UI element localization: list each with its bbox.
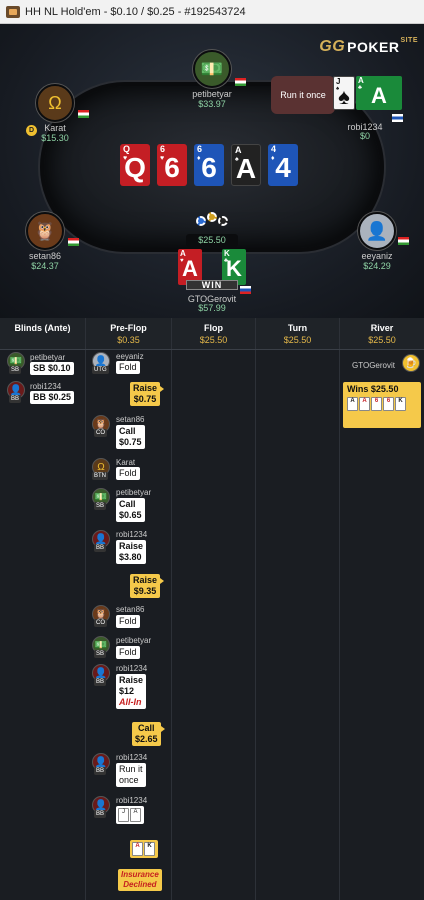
action-tag: Call $0.75: [116, 425, 145, 449]
player-name: eeyaniz: [361, 251, 393, 261]
beer-avatar: 🍺: [402, 354, 420, 372]
poker-table-area: GG POKER SITE 💵 petibetyar $33.97 Ω Kara…: [0, 24, 424, 318]
board-card-queen-hearts: Q ♥ Q: [120, 144, 150, 186]
flag-icon: [235, 78, 246, 86]
dealer-button: D: [26, 125, 37, 136]
action-tag: Fold: [116, 615, 140, 628]
flag-icon: [240, 286, 251, 294]
history-player: robi1234: [30, 382, 62, 391]
history-player: GTOGerovit: [352, 361, 395, 370]
ggpoker-logo: GG POKER SITE: [319, 36, 418, 56]
col-header-river: River $25.50: [340, 318, 424, 350]
blind-tag: BB $0.25: [30, 391, 75, 404]
board-card-ace-spades: A ♠ A: [231, 144, 261, 186]
position-badge: BB: [9, 395, 22, 403]
avatar: Ω: [36, 84, 74, 122]
pot-amount: $25.50: [186, 234, 238, 247]
window-title: HH NL Hold'em - $0.10 / $0.25 - #1925437…: [25, 5, 246, 18]
history-player: robi1234: [116, 796, 148, 805]
flag-icon: [398, 237, 409, 245]
position-badge: UTG: [92, 366, 109, 374]
board-card-six-hearts: 6 ♥ 6: [157, 144, 187, 186]
position-badge: SB: [9, 366, 22, 374]
action-tag: Fold: [116, 467, 140, 480]
shown-cards: JA: [116, 806, 144, 824]
col-header-preflop: Pre-Flop $0.35: [86, 318, 172, 350]
position-badge: CO: [94, 619, 107, 627]
insurance-declined-tag: Insurance Declined: [118, 869, 162, 891]
hole-card-jack-spades: J ♠ ♠: [333, 76, 355, 110]
player-stack: $24.37: [31, 261, 59, 271]
board-card-four-diamonds: 4 ♦ 4: [268, 144, 298, 186]
history-player: setan86: [116, 415, 145, 424]
hole-card-ace-clubs: A ♣ A: [356, 76, 402, 110]
player-stack: $24.29: [363, 261, 391, 271]
position-badge: SB: [94, 650, 107, 658]
board-card-six-diamonds: 6 ♦ 6: [194, 144, 224, 186]
position-badge: BB: [94, 678, 107, 686]
position-badge: BTN: [92, 472, 108, 480]
col-header-flop: Flop $25.50: [172, 318, 256, 350]
winning-hand-cards: AA66K: [347, 397, 417, 411]
action-tag: Fold: [116, 646, 140, 659]
win-badge: WIN: [186, 280, 238, 290]
avatar: 👤: [358, 212, 396, 250]
hero-action-tag: Raise $9.35: [130, 574, 165, 598]
hero-action-tag: Call $2.65: [132, 722, 165, 746]
hand-history-panel: Blinds (Ante) Pre-Flop $0.35 Flop $25.50…: [0, 318, 424, 900]
player-stack: $57.99: [198, 303, 226, 313]
hero-action-tag: Raise $0.75: [130, 382, 165, 406]
history-player: petibetyar: [116, 488, 152, 497]
history-player: petibetyar: [30, 353, 66, 362]
flag-icon: [68, 238, 79, 246]
wins-box: Wins $25.50 AA66K: [343, 382, 421, 428]
position-badge: SB: [94, 502, 107, 510]
action-tag: Call $0.65: [116, 498, 145, 522]
history-player: robi1234: [116, 753, 148, 762]
player-stack: $33.97: [198, 99, 226, 109]
col-header-blinds: Blinds (Ante): [0, 318, 86, 350]
history-player: robi1234: [116, 664, 148, 673]
flag-icon: [78, 110, 89, 118]
position-badge: CO: [94, 429, 107, 437]
app-icon: [6, 5, 20, 18]
action-tag: Fold: [116, 361, 140, 374]
owl-avatar: 🦉: [26, 212, 64, 250]
position-badge: BB: [94, 544, 107, 552]
position-badge: BB: [94, 767, 107, 775]
blind-tag: SB $0.10: [30, 362, 74, 375]
title-bar: HH NL Hold'em - $0.10 / $0.25 - #1925437…: [0, 0, 424, 24]
history-player: robi1234: [116, 530, 148, 539]
action-tag: Raise $12 All-In: [116, 674, 147, 709]
history-player: setan86: [116, 605, 145, 614]
position-badge: BB: [94, 810, 107, 818]
player-stack: $0: [359, 131, 370, 141]
player-name: setan86: [28, 251, 62, 261]
history-player: Karat: [116, 458, 136, 467]
player-name: petibetyar: [192, 89, 232, 99]
action-tag: Run it once: [116, 763, 146, 787]
run-it-once-bubble: Run it once: [271, 76, 335, 114]
avatar: 💵: [193, 50, 231, 88]
col-header-turn: Turn $25.50: [256, 318, 340, 350]
pot-chips: [194, 212, 230, 234]
history-player: eeyaniz: [116, 352, 144, 361]
hero-cards: AK: [130, 840, 158, 858]
action-tag: Raise $3.80: [116, 540, 147, 564]
flag-icon: [392, 114, 403, 122]
history-player: petibetyar: [116, 636, 152, 645]
